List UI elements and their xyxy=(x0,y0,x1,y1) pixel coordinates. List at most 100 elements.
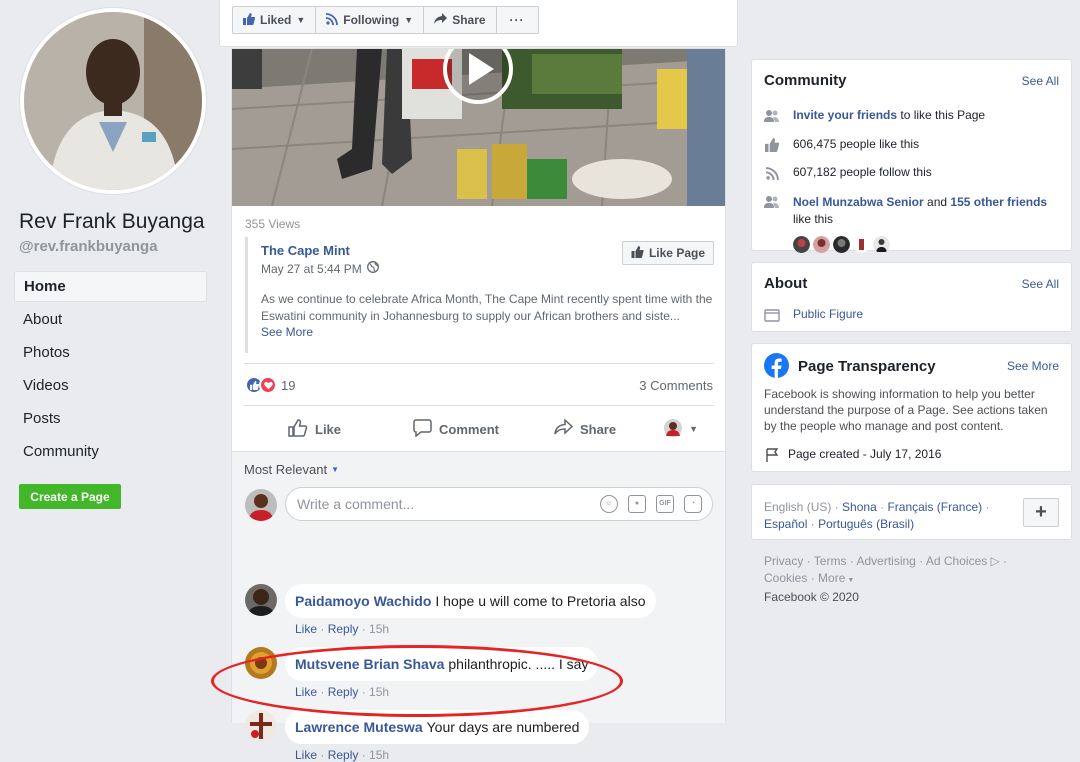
divider xyxy=(244,405,714,406)
community-box: Community See All Invite your friends to… xyxy=(751,59,1072,253)
comment-like-link[interactable]: Like xyxy=(295,685,317,699)
nav-item-posts[interactable]: Posts xyxy=(14,403,207,436)
see-more-link[interactable]: See More xyxy=(261,325,313,339)
sticker-icon[interactable]: ◔ xyxy=(684,495,702,513)
page-username[interactable]: @rev.frankbuyanga xyxy=(19,238,158,255)
add-language-button[interactable]: + xyxy=(1023,498,1059,527)
language-link[interactable]: Español xyxy=(764,517,807,531)
avatar[interactable] xyxy=(793,236,810,253)
camera-icon[interactable]: ● xyxy=(628,495,646,513)
caret-down-icon: ▼ xyxy=(296,15,306,25)
comment-time[interactable]: 15h xyxy=(369,622,389,636)
about-box: About See All Public Figure xyxy=(751,262,1072,332)
footer-link-privacy[interactable]: Privacy xyxy=(764,554,803,568)
comments-count[interactable]: 3 Comments xyxy=(639,378,713,393)
comment-time[interactable]: 15h xyxy=(369,685,389,699)
footer-link-more[interactable]: More xyxy=(818,571,845,585)
footer-link-cookies[interactable]: Cookies xyxy=(764,571,807,585)
avatar[interactable] xyxy=(245,710,277,742)
post-timestamp[interactable]: May 27 at 5:44 PM xyxy=(261,262,362,276)
about-see-all-link[interactable]: See All xyxy=(1022,277,1059,291)
invite-friends-row: Invite your friends to like this Page xyxy=(764,108,985,124)
liked-label: Liked xyxy=(260,13,292,27)
nav-item-home[interactable]: Home xyxy=(14,271,207,302)
video-player[interactable] xyxy=(232,49,725,206)
comment-bubble: Mutsvene Brian Shava philanthropic. .....… xyxy=(285,647,599,681)
like-button[interactable]: Like xyxy=(288,418,341,440)
avatar[interactable] xyxy=(813,236,830,253)
people-icon xyxy=(764,108,780,124)
caret-down-icon: ▼ xyxy=(404,15,414,25)
post-card: 355 Views The Cape Mint May 27 at 5:44 P… xyxy=(231,48,726,762)
thumbs-up-icon xyxy=(243,12,256,28)
like-page-button[interactable]: Like Page xyxy=(621,241,714,265)
shared-post-text: As we continue to celebrate Africa Month… xyxy=(261,292,713,323)
avatar[interactable] xyxy=(833,236,850,253)
avatar[interactable] xyxy=(873,236,890,253)
shared-post-time: May 27 at 5:44 PM xyxy=(261,261,379,276)
more-options-button[interactable]: ··· xyxy=(495,6,539,34)
comment-like-link[interactable]: Like xyxy=(295,748,317,762)
comment-reply-link[interactable]: Reply xyxy=(328,685,359,699)
transparency-see-more-link[interactable]: See More xyxy=(1007,359,1059,373)
share-arrow-icon xyxy=(434,12,448,28)
footer-link-ad-choices[interactable]: Ad Choices xyxy=(926,554,987,568)
divider xyxy=(244,363,714,364)
shared-page-name[interactable]: The Cape Mint xyxy=(261,243,350,258)
caret-down-icon: ▼ xyxy=(689,424,699,434)
comment-reply-link[interactable]: Reply xyxy=(328,622,359,636)
share-button[interactable]: Share xyxy=(554,418,616,439)
comment-reply-link[interactable]: Reply xyxy=(328,748,359,762)
footer-link-terms[interactable]: Terms xyxy=(814,554,847,568)
avatar[interactable] xyxy=(245,647,277,679)
avatar[interactable] xyxy=(245,584,277,616)
category-link[interactable]: Public Figure xyxy=(793,307,863,321)
comment-author[interactable]: Paidamoyo Wachido xyxy=(295,593,431,609)
comment-bubble: Lawrence Muteswa Your days are numbered xyxy=(285,710,590,744)
friend-name-link[interactable]: Noel Munzabwa Senior xyxy=(793,195,924,209)
create-page-button[interactable]: Create a Page xyxy=(19,484,121,509)
footer-link-advertising[interactable]: Advertising xyxy=(856,554,915,568)
avatar xyxy=(664,418,683,440)
share-page-button[interactable]: Share xyxy=(423,6,497,34)
comment-sort-selector[interactable]: Most Relevant ▼ xyxy=(244,462,339,477)
community-title: Community xyxy=(764,72,847,89)
language-link[interactable]: Français (France) xyxy=(887,500,982,514)
invite-friends-link[interactable]: Invite your friends xyxy=(793,108,897,122)
nav-item-about[interactable]: About xyxy=(14,304,207,337)
comment-input[interactable]: Write a comment... ☺ ● GIF ◔ xyxy=(285,487,713,521)
caret-down-icon: ▼ xyxy=(845,577,855,584)
gif-icon[interactable]: GIF xyxy=(656,495,674,513)
following-button[interactable]: Following ▼ xyxy=(315,6,425,34)
reaction-summary[interactable]: 19 xyxy=(245,376,295,394)
thumbs-up-outline-icon xyxy=(288,418,308,440)
comment-button[interactable]: Comment xyxy=(413,418,499,440)
share-label: Share xyxy=(452,13,486,27)
other-friends-link[interactable]: 155 other friends xyxy=(950,195,1047,209)
profile-picture[interactable] xyxy=(20,8,206,194)
nav-item-community[interactable]: Community xyxy=(14,436,207,469)
nav-item-videos[interactable]: Videos xyxy=(14,370,207,403)
share-arrow-icon xyxy=(554,418,574,439)
language-link[interactable]: Português (Brasil) xyxy=(818,517,914,531)
comment-time[interactable]: 15h xyxy=(369,748,389,762)
avatar[interactable] xyxy=(853,236,870,253)
community-see-all-link[interactable]: See All xyxy=(1022,74,1059,88)
page-nav: Home About Photos Videos Posts Community xyxy=(14,271,207,469)
post-as-selector[interactable]: ▼ xyxy=(664,418,699,440)
avatar[interactable] xyxy=(245,489,277,521)
post-actions: Like Comment Share ▼ xyxy=(244,413,714,445)
friend-avatars xyxy=(793,236,890,253)
page-title[interactable]: Rev Frank Buyanga xyxy=(19,210,205,234)
comment-meta: Like · Reply · 15h xyxy=(295,622,390,636)
invite-friends-text: to like this Page xyxy=(900,108,986,122)
liked-button[interactable]: Liked ▼ xyxy=(232,6,317,34)
people-icon xyxy=(764,194,780,210)
comment-like-link[interactable]: Like xyxy=(295,622,317,636)
comment-author[interactable]: Lawrence Muteswa xyxy=(295,719,423,735)
comment-author[interactable]: Mutsvene Brian Shava xyxy=(295,656,444,672)
category-icon xyxy=(764,307,780,323)
emoji-icon[interactable]: ☺ xyxy=(600,495,618,513)
language-link[interactable]: Shona xyxy=(842,500,877,514)
nav-item-photos[interactable]: Photos xyxy=(14,337,207,370)
